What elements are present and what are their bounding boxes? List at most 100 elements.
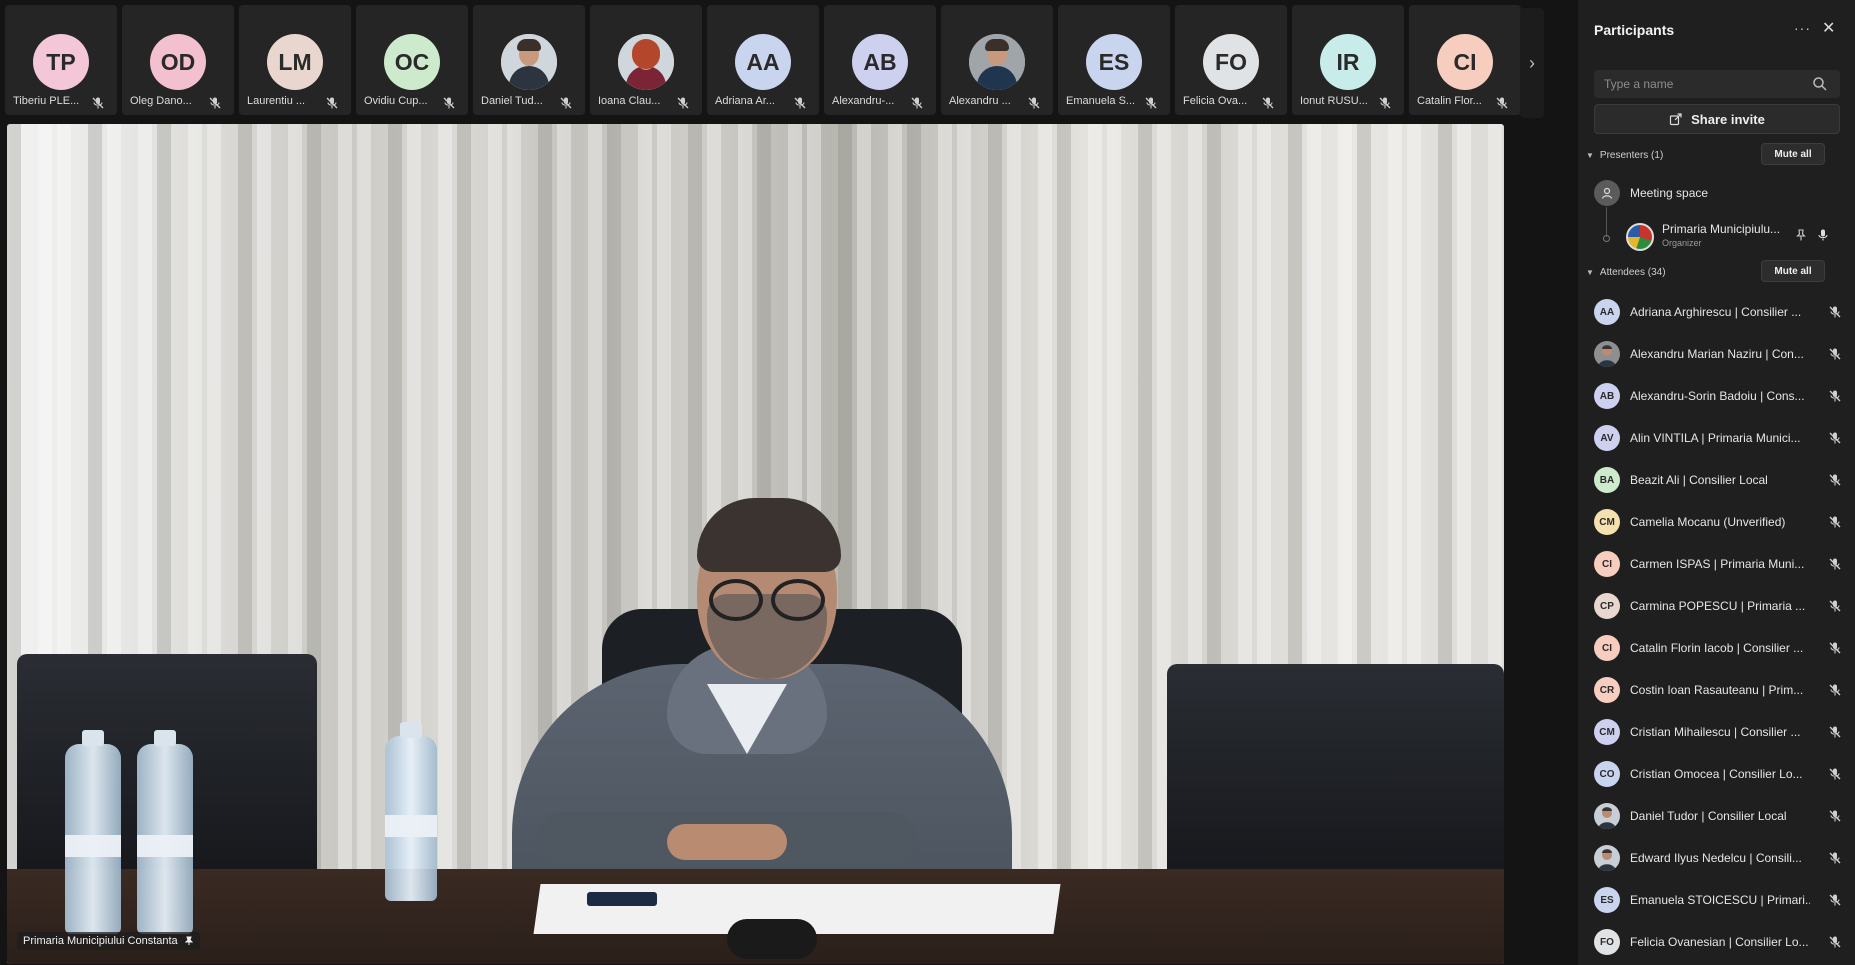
avatar: CO bbox=[1594, 761, 1620, 787]
share-invite-button[interactable]: Share invite bbox=[1594, 104, 1840, 134]
avatar: CM bbox=[1594, 719, 1620, 745]
avatar: AA bbox=[735, 34, 791, 90]
mic-off-icon[interactable] bbox=[1828, 851, 1842, 865]
avatar: AB bbox=[852, 34, 908, 90]
attendee-row[interactable]: CI Catalin Florin Iacob | Consilier ... bbox=[1594, 632, 1842, 664]
mic-off-icon[interactable] bbox=[1828, 515, 1842, 529]
video-name-text: Primaria Municipiului Constanta bbox=[23, 935, 178, 947]
attendees-section-toggle[interactable]: ▼ Attendees (34) bbox=[1586, 267, 1666, 278]
avatar: OD bbox=[150, 34, 206, 90]
mic-off-icon[interactable] bbox=[1828, 767, 1842, 781]
microphone-icon[interactable] bbox=[1816, 228, 1830, 242]
participant-tile[interactable]: Daniel Tud... bbox=[473, 5, 585, 115]
attendee-name: Carmina POPESCU | Primaria ... bbox=[1630, 599, 1806, 613]
participant-tile[interactable]: OD Oleg Dano... bbox=[122, 5, 234, 115]
attendee-row[interactable]: CP Carmina POPESCU | Primaria ... bbox=[1594, 590, 1842, 622]
mic-off-icon bbox=[1495, 96, 1509, 110]
participant-tile[interactable]: OC Ovidiu Cup... bbox=[356, 5, 468, 115]
attendee-row[interactable]: AB Alexandru-Sorin Badoiu | Cons... bbox=[1594, 380, 1842, 412]
attendee-row[interactable]: AV Alin VINTILA | Primaria Munici... bbox=[1594, 422, 1842, 454]
mic-off-icon[interactable] bbox=[1828, 935, 1842, 949]
mic-off-icon[interactable] bbox=[1828, 725, 1842, 739]
mic-off-icon bbox=[676, 96, 690, 110]
avatar: AB bbox=[1594, 383, 1620, 409]
attendee-row[interactable]: Edward Ilyus Nedelcu | Consili... bbox=[1594, 842, 1842, 874]
pin-icon[interactable] bbox=[1794, 228, 1808, 242]
mute-all-attendees-button[interactable]: Mute all bbox=[1761, 260, 1825, 282]
attendee-row[interactable]: CR Costin Ioan Rasauteanu | Prim... bbox=[1594, 674, 1842, 706]
search-icon[interactable] bbox=[1812, 76, 1828, 92]
curtain-fold bbox=[1107, 124, 1121, 884]
attendee-row[interactable]: CM Camelia Mocanu (Unverified) bbox=[1594, 506, 1842, 538]
participant-name: Oleg Dano... bbox=[130, 95, 192, 107]
mic-off-icon bbox=[325, 96, 339, 110]
participant-name: Alexandru-... bbox=[832, 95, 895, 107]
glasses-right-lens bbox=[771, 579, 825, 621]
participant-name: Laurentiu ... bbox=[247, 95, 306, 107]
participant-tile[interactable]: IR Ionut RUSU... bbox=[1292, 5, 1404, 115]
participant-tile[interactable]: AB Alexandru-... bbox=[824, 5, 936, 115]
mic-off-icon[interactable] bbox=[1828, 305, 1842, 319]
avatar: LM bbox=[267, 34, 323, 90]
participant-name: Felicia Ova... bbox=[1183, 95, 1248, 107]
participant-tile[interactable]: LM Laurentiu ... bbox=[239, 5, 351, 115]
phone-on-table bbox=[587, 892, 657, 906]
mic-off-icon[interactable] bbox=[1828, 893, 1842, 907]
curtain-fold bbox=[338, 124, 352, 884]
mic-off-icon[interactable] bbox=[1828, 599, 1842, 613]
participant-tile[interactable]: CI Catalin Flor... bbox=[1409, 5, 1521, 115]
panel-title: Participants bbox=[1594, 22, 1675, 38]
mic-off-icon[interactable] bbox=[1828, 683, 1842, 697]
attendee-row[interactable]: CM Cristian Mihailescu | Consilier ... bbox=[1594, 716, 1842, 748]
attendee-row[interactable]: AA Adriana Arghirescu | Consilier ... bbox=[1594, 296, 1842, 328]
participant-tile[interactable]: Ioana Clau... bbox=[590, 5, 702, 115]
mic-off-icon[interactable] bbox=[1828, 557, 1842, 571]
participant-name: Ioana Clau... bbox=[598, 95, 661, 107]
participant-name: Ionut RUSU... bbox=[1300, 95, 1368, 107]
mic-off-icon[interactable] bbox=[1828, 347, 1842, 361]
mic-off-icon bbox=[1378, 96, 1392, 110]
conference-speaker bbox=[727, 919, 817, 959]
tree-connector bbox=[1606, 207, 1607, 237]
chevron-right-icon[interactable]: › bbox=[1520, 8, 1544, 118]
organizer-role: Organizer bbox=[1662, 238, 1702, 248]
attendee-row[interactable]: CI Carmen ISPAS | Primaria Muni... bbox=[1594, 548, 1842, 580]
mic-off-icon[interactable] bbox=[1828, 431, 1842, 445]
mic-off-icon[interactable] bbox=[1828, 809, 1842, 823]
main-video-feed[interactable]: Primaria Municipiului Constanta bbox=[7, 124, 1504, 964]
curtain-fold bbox=[457, 124, 471, 884]
mute-all-presenters-button[interactable]: Mute all bbox=[1761, 143, 1825, 165]
attendee-row[interactable]: ES Emanuela STOICESCU | Primari... bbox=[1594, 884, 1842, 916]
participant-tile[interactable]: AA Adriana Ar... bbox=[707, 5, 819, 115]
avatar: AA bbox=[1594, 299, 1620, 325]
participant-tile[interactable]: FO Felicia Ova... bbox=[1175, 5, 1287, 115]
mic-off-icon[interactable] bbox=[1828, 641, 1842, 655]
organizer-name: Primaria Municipiulu... bbox=[1662, 222, 1781, 236]
water-bottle bbox=[385, 722, 437, 901]
participant-name: Daniel Tud... bbox=[481, 95, 543, 107]
attendee-row[interactable]: FO Felicia Ovanesian | Consilier Lo... bbox=[1594, 926, 1842, 958]
avatar: TP bbox=[33, 34, 89, 90]
attendee-row[interactable]: Alexandru Marian Naziru | Con... bbox=[1594, 338, 1842, 370]
meeting-space-row[interactable]: Meeting space bbox=[1594, 180, 1708, 206]
attendee-row[interactable]: BA Beazit Ali | Consilier Local bbox=[1594, 464, 1842, 496]
participant-tile[interactable]: TP Tiberiu PLE... bbox=[5, 5, 117, 115]
glasses-left-lens bbox=[709, 579, 763, 621]
search-input[interactable] bbox=[1594, 70, 1840, 98]
mic-off-icon[interactable] bbox=[1828, 473, 1842, 487]
water-bottle bbox=[137, 730, 193, 934]
participant-name: Tiberiu PLE... bbox=[13, 95, 80, 107]
more-icon[interactable]: ··· bbox=[1794, 20, 1811, 36]
participant-tile[interactable]: Alexandru ... bbox=[941, 5, 1053, 115]
presenters-section-toggle[interactable]: ▼ Presenters (1) bbox=[1586, 150, 1663, 161]
organizer-avatar bbox=[1626, 223, 1654, 251]
participant-tile[interactable]: ES Emanuela S... bbox=[1058, 5, 1170, 115]
attendee-row[interactable]: Daniel Tudor | Consilier Local bbox=[1594, 800, 1842, 832]
mic-off-icon[interactable] bbox=[1828, 389, 1842, 403]
speaker-hands bbox=[667, 824, 787, 860]
avatar: OC bbox=[384, 34, 440, 90]
attendee-name: Edward Ilyus Nedelcu | Consili... bbox=[1630, 851, 1802, 865]
participant-name: Emanuela S... bbox=[1066, 95, 1136, 107]
attendee-row[interactable]: CO Cristian Omocea | Consilier Lo... bbox=[1594, 758, 1842, 790]
close-icon[interactable]: ✕ bbox=[1822, 18, 1835, 38]
